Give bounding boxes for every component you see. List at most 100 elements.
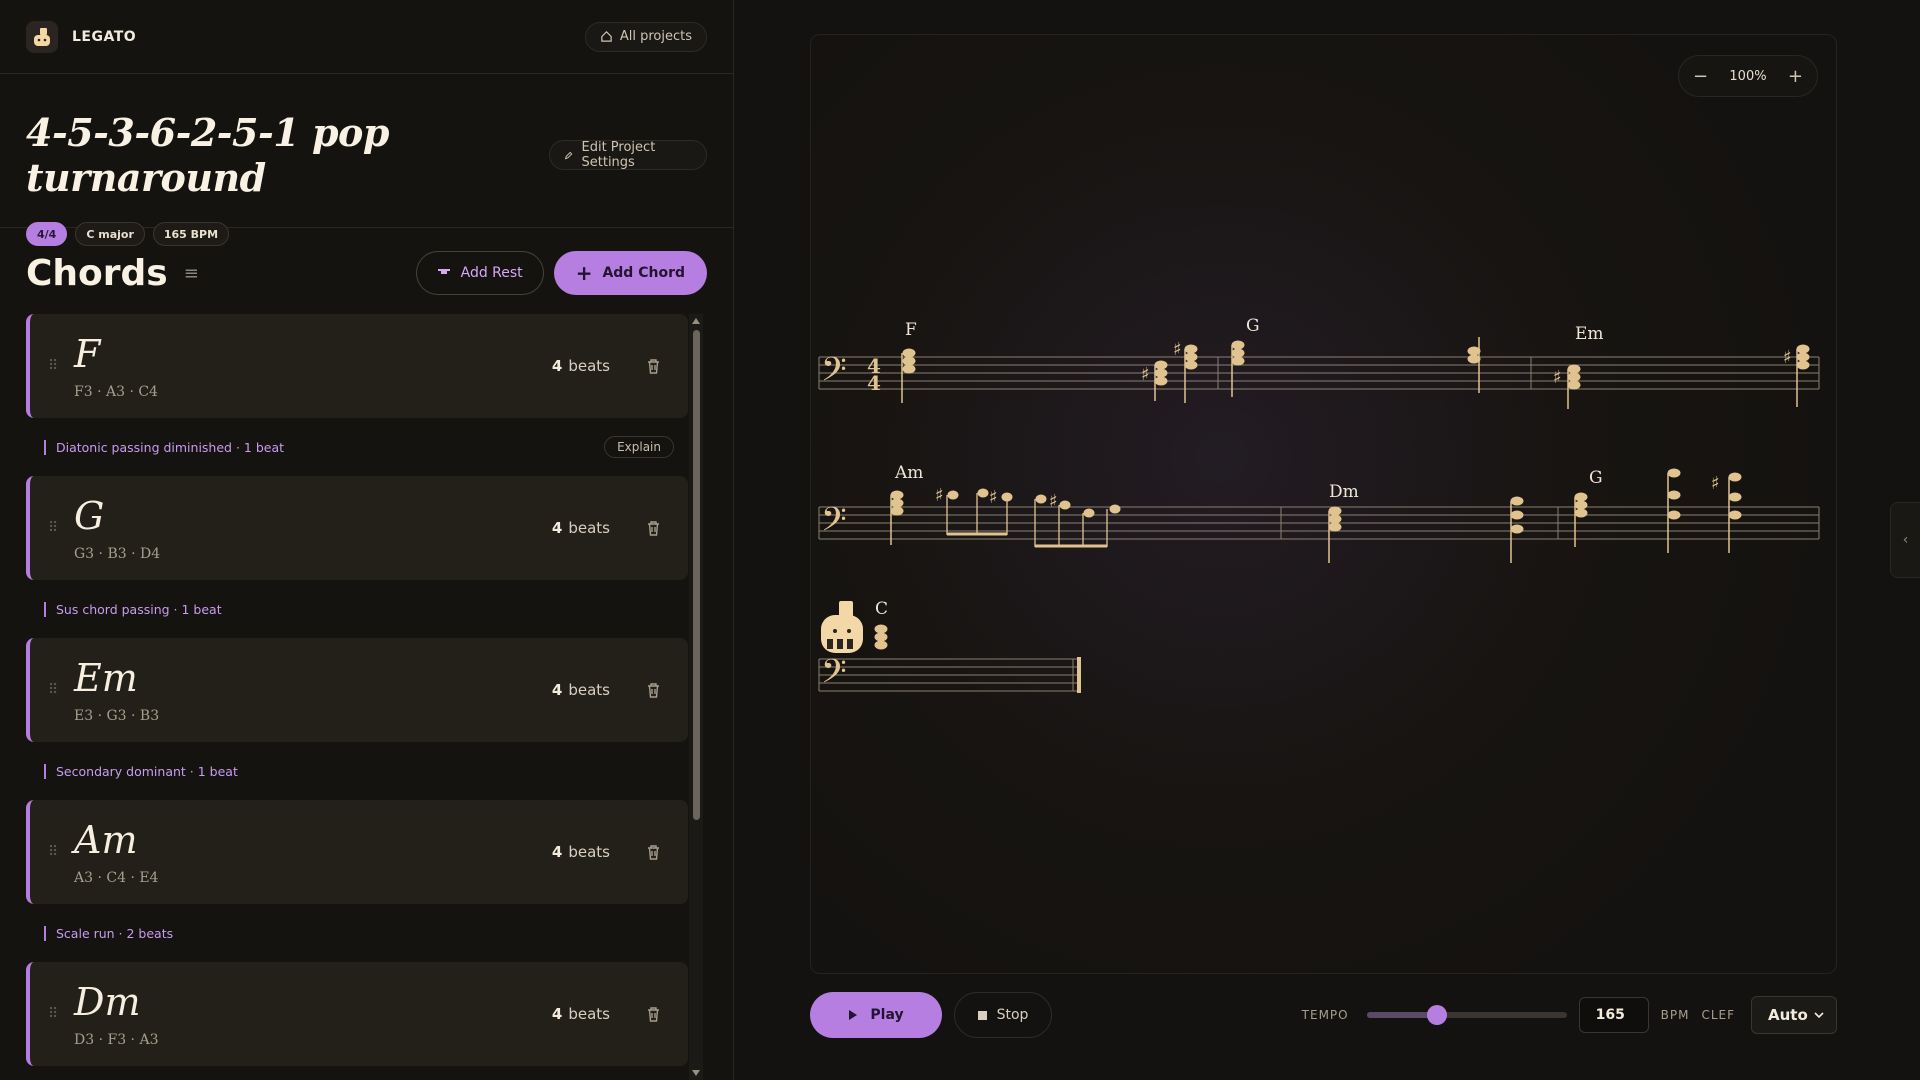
drag-handle-icon[interactable]: ⠿: [48, 844, 74, 860]
passing-chord-label: Secondary dominant · 1 beat: [44, 763, 238, 779]
chord-notes: G3 · B3 · D4: [74, 546, 161, 562]
chord-note: [1154, 360, 1168, 401]
project-header: 4-5-3-6-2-5-1 pop turnaround Edit Projec…: [0, 74, 733, 246]
chord-notes: A3 · C4 · E4: [74, 870, 159, 886]
chord-notes: D3 · F3 · A3: [74, 1032, 159, 1048]
passing-chord-row: Scale run · 2 beats: [26, 904, 688, 962]
plus-icon: +: [575, 261, 593, 285]
chord-card[interactable]: ⠿ F F3 · A3 · C4 4 beats: [26, 314, 688, 418]
scrollbar-thumb[interactable]: [693, 330, 700, 820]
staff-system-3: [818, 658, 1081, 692]
logo-icon: [26, 20, 58, 53]
drag-handle-icon[interactable]: ⠿: [48, 520, 74, 536]
chord-card[interactable]: ⠿ Am A3 · C4 · E4 4 beats: [26, 800, 688, 904]
sharp-icon: ♯: [1173, 339, 1182, 360]
chord-symbol: C: [875, 599, 888, 619]
chord-note: [874, 624, 888, 650]
all-projects-button[interactable]: All projects: [584, 21, 707, 52]
scale-run: [946, 488, 1121, 548]
bass-clef-icon: 𝄢: [821, 351, 847, 397]
chord-symbol: F: [905, 320, 917, 340]
beats-unit: beats: [568, 357, 610, 375]
drag-handle-icon[interactable]: ⠿: [48, 682, 74, 698]
chord-beats[interactable]: 4 beats: [552, 843, 610, 861]
staff-system-1: [818, 356, 1820, 390]
time-signature-tag: 4/4: [26, 222, 68, 246]
score-canvas[interactable]: − 100% + 𝄢 𝄢 𝄢 4 4 F G Em Am Dm G C ♯ ♯ …: [810, 34, 1837, 974]
chord-name: Am: [74, 818, 138, 862]
sharp-icon: ♯: [1141, 364, 1150, 385]
clef-select-value: Auto: [1768, 1006, 1808, 1024]
sharp-icon: ♯: [935, 485, 944, 506]
trash-icon[interactable]: [638, 520, 668, 537]
scroll-down-icon[interactable]: [692, 1070, 700, 1076]
top-bar: LEGATO All projects: [0, 0, 733, 74]
stop-icon: [977, 1010, 987, 1020]
chord-beats[interactable]: 4 beats: [552, 681, 610, 699]
chord-list-scrollbar[interactable]: [689, 314, 703, 1080]
rest-icon: [437, 269, 450, 274]
project-panel: LEGATO All projects 4-5-3-6-2-5-1 pop tu…: [0, 0, 734, 1080]
passing-chord-row: Secondary dominant · 1 beat: [26, 742, 688, 800]
beats-count: 4: [551, 843, 563, 861]
add-chord-button[interactable]: + Add Chord: [553, 251, 707, 295]
pencil-icon: [565, 151, 573, 159]
collapse-sidebar-button[interactable]: ‹: [1890, 502, 1920, 578]
explain-button[interactable]: Explain: [604, 436, 674, 458]
trash-icon[interactable]: [638, 1006, 668, 1023]
trash-icon[interactable]: [638, 682, 668, 699]
edit-project-settings-button[interactable]: Edit Project Settings: [549, 140, 707, 170]
chord-list: ⠿ F F3 · A3 · C4 4 beats Diatonic passing…: [26, 314, 688, 1080]
drag-handle-icon[interactable]: ⠿: [48, 1006, 74, 1022]
add-rest-button[interactable]: Add Rest: [415, 251, 544, 295]
beats-unit: beats: [568, 519, 610, 537]
play-button[interactable]: Play: [810, 992, 942, 1038]
sharp-icon: ♯: [1783, 347, 1792, 368]
sharp-icon: ♯: [1711, 473, 1720, 494]
chord-name: Dm: [74, 980, 141, 1024]
beats-count: 4: [551, 681, 563, 699]
beats-unit: beats: [568, 1005, 610, 1023]
chord-card[interactable]: ⠿ Dm D3 · F3 · A3 4 beats: [26, 962, 688, 1066]
chord-symbol: G: [1246, 316, 1260, 336]
edit-project-settings-label: Edit Project Settings: [581, 140, 656, 170]
scroll-up-icon[interactable]: [692, 318, 700, 324]
beats-unit: beats: [568, 681, 610, 699]
passing-chord-row: Diatonic passing diminished · 1 beat Exp…: [26, 418, 688, 476]
chord-note: [1796, 344, 1810, 407]
chevron-down-icon: [1814, 1012, 1824, 1018]
chord-name: Em: [74, 656, 138, 700]
brand-name: LEGATO: [72, 28, 137, 45]
passing-chord-label: Diatonic passing diminished · 1 beat: [44, 439, 284, 455]
sharp-icon: ♯: [989, 487, 998, 508]
trash-icon[interactable]: [638, 358, 668, 375]
chord-symbol: Em: [1575, 324, 1604, 344]
chord-note: [1728, 472, 1742, 553]
beats-count: 4: [551, 519, 563, 537]
menu-icon[interactable]: ≡: [184, 263, 199, 284]
chord-name: F: [74, 332, 101, 376]
tempo-slider-knob[interactable]: [1426, 1005, 1447, 1025]
chord-notes: F3 · A3 · C4: [74, 384, 158, 400]
chord-beats[interactable]: 4 beats: [552, 1005, 610, 1023]
tempo-tag: 165 BPM: [152, 222, 230, 246]
tempo-input[interactable]: 165: [1578, 997, 1649, 1033]
chord-symbol: Am: [894, 463, 923, 483]
mascot-icon: [821, 601, 863, 653]
add-rest-label: Add Rest: [460, 265, 523, 281]
tempo-slider[interactable]: [1366, 1005, 1567, 1025]
chord-beats[interactable]: 4 beats: [552, 357, 610, 375]
chord-beats[interactable]: 4 beats: [552, 519, 610, 537]
stop-button[interactable]: Stop: [954, 992, 1052, 1038]
clef-select[interactable]: Auto: [1751, 996, 1837, 1034]
chord-card[interactable]: ⠿ Em E3 · G3 · B3 4 beats: [26, 638, 688, 742]
trash-icon[interactable]: [638, 844, 668, 861]
key-tag: C major: [75, 222, 145, 246]
drag-handle-icon[interactable]: ⠿: [48, 358, 74, 374]
transport-bar: Play Stop TEMPO 165 BPM CLEF Auto: [810, 992, 1837, 1038]
chevron-left-icon: ‹: [1902, 532, 1909, 548]
chord-card[interactable]: ⠿ G G3 · B3 · D4 4 beats: [26, 476, 688, 580]
notation-svg: 𝄢 𝄢 𝄢 4 4 F G Em Am Dm G C ♯ ♯ ♯ ♯ ♯ ♯ ♯…: [818, 316, 1820, 699]
chords-title: Chords: [26, 252, 168, 294]
sharp-icon: ♯: [1553, 367, 1562, 388]
